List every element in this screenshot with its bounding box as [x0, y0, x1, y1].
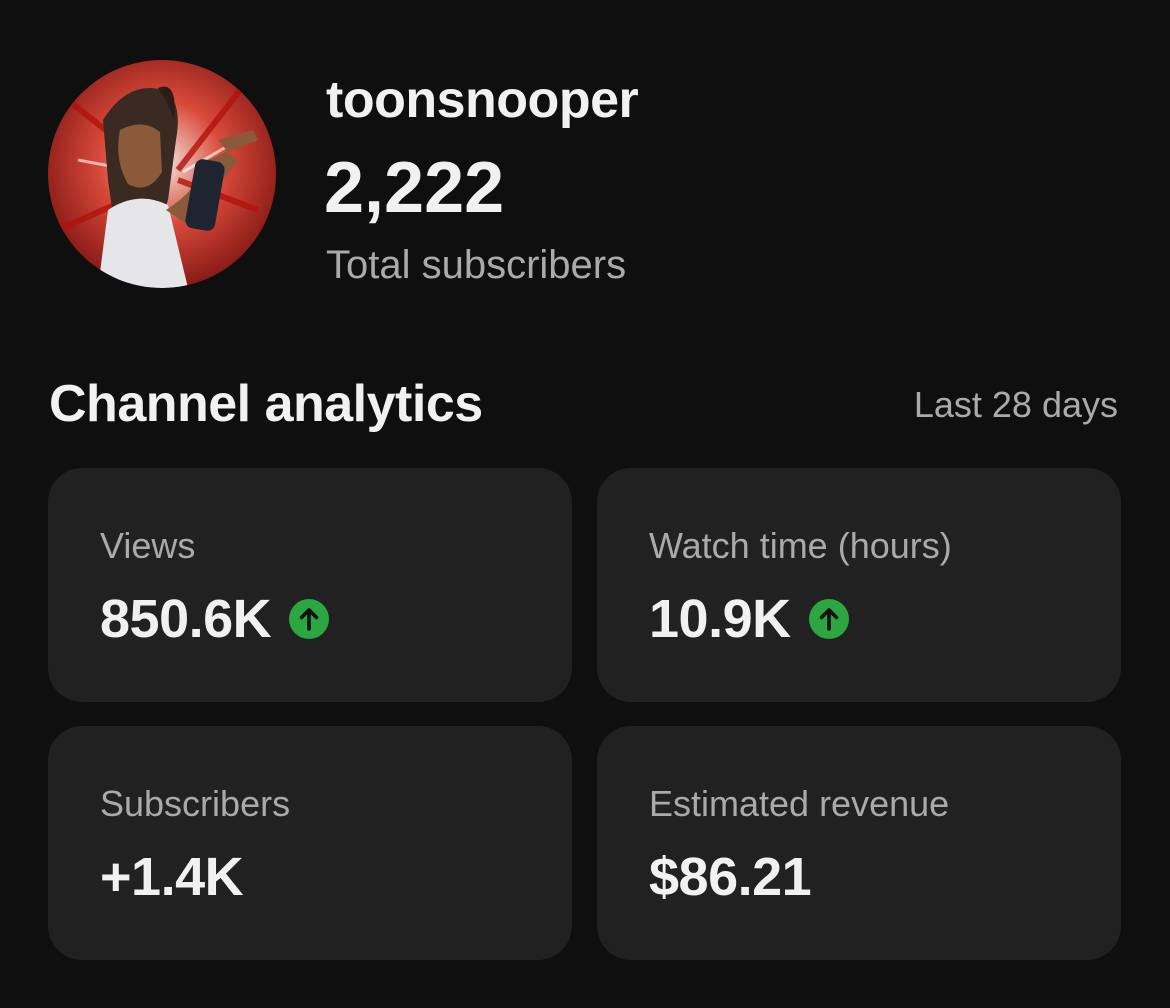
- subscriber-caption: Total subscribers: [326, 243, 627, 287]
- channel-avatar[interactable]: [48, 60, 276, 288]
- stat-value-row: 850.6K: [100, 586, 330, 652]
- stat-card-revenue[interactable]: Estimated revenue $86.21: [597, 726, 1121, 960]
- subscriber-count: 2,222: [324, 148, 505, 228]
- stat-value-row: 10.9K: [649, 586, 849, 652]
- stat-value: 850.6K: [100, 589, 272, 649]
- channel-name: toonsnooper: [326, 71, 639, 129]
- trend-up-icon: [808, 599, 849, 639]
- period-label[interactable]: Last 28 days: [914, 382, 1118, 428]
- stat-card-subscribers[interactable]: Subscribers +1.4K: [48, 726, 572, 960]
- stat-label: Subscribers: [100, 783, 291, 824]
- stat-label: Estimated revenue: [649, 783, 950, 824]
- stat-card-views[interactable]: Views 850.6K: [48, 468, 572, 702]
- trend-up-icon: [289, 599, 330, 639]
- stat-label: Views: [100, 525, 196, 566]
- stat-card-watch-time[interactable]: Watch time (hours) 10.9K: [597, 468, 1121, 702]
- stat-value: 10.9K: [649, 589, 791, 649]
- stat-value-row: +1.4K: [100, 844, 244, 910]
- stat-value: +1.4K: [100, 847, 244, 907]
- stat-value-row: $86.21: [649, 844, 812, 910]
- section-title: Channel analytics: [49, 375, 483, 433]
- stat-value: $86.21: [649, 847, 812, 907]
- avatar-image: [48, 60, 276, 288]
- stat-label: Watch time (hours): [649, 525, 952, 566]
- channel-dashboard: toonsnooper 2,222 Total subscribers Chan…: [0, 0, 1170, 1008]
